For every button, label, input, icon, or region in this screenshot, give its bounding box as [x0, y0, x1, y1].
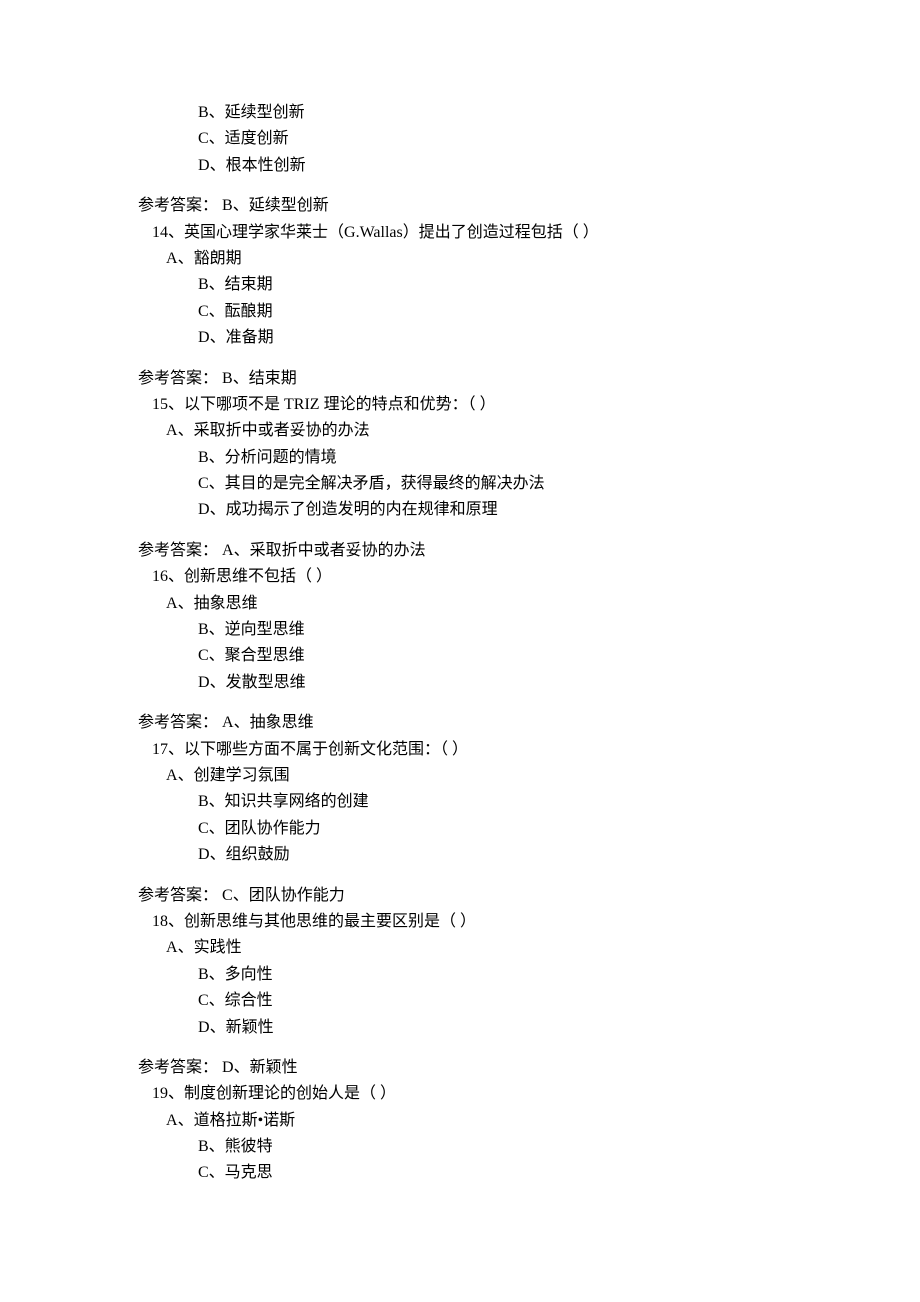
doc-line: D、发散型思维: [138, 670, 840, 696]
doc-line: 参考答案： A、采取折中或者妥协的办法: [138, 538, 840, 564]
doc-line: C、其目的是完全解决矛盾，获得最终的解决办法: [138, 471, 840, 497]
doc-line: D、新颖性: [138, 1015, 840, 1041]
doc-line: C、综合性: [138, 988, 840, 1014]
doc-line: A、道格拉斯•诺斯: [138, 1108, 840, 1134]
doc-line: 参考答案： D、新颖性: [138, 1055, 840, 1081]
doc-line: A、采取折中或者妥协的办法: [138, 418, 840, 444]
doc-line: 参考答案： B、结束期: [138, 366, 840, 392]
doc-line: A、创建学习氛围: [138, 763, 840, 789]
doc-line: B、分析问题的情境: [138, 445, 840, 471]
doc-line: B、结束期: [138, 272, 840, 298]
doc-line: B、逆向型思维: [138, 617, 840, 643]
doc-line: [138, 1041, 840, 1055]
doc-line: 14、英国心理学家华莱士（G.Wallas）提出了创造过程包括（ ）: [138, 220, 840, 246]
doc-line: C、聚合型思维: [138, 643, 840, 669]
doc-line: [138, 524, 840, 538]
doc-line: C、马克思: [138, 1160, 840, 1186]
doc-line: C、酝酿期: [138, 299, 840, 325]
doc-line: D、成功揭示了创造发明的内在规律和原理: [138, 497, 840, 523]
doc-line: B、熊彼特: [138, 1134, 840, 1160]
doc-line: 参考答案： B、延续型创新: [138, 193, 840, 219]
doc-line: D、根本性创新: [138, 153, 840, 179]
doc-line: A、豁朗期: [138, 246, 840, 272]
doc-line: [138, 352, 840, 366]
doc-line: 参考答案： A、抽象思维: [138, 710, 840, 736]
doc-line: C、适度创新: [138, 126, 840, 152]
doc-line: B、知识共享网络的创建: [138, 789, 840, 815]
doc-line: 18、创新思维与其他思维的最主要区别是（ ）: [138, 909, 840, 935]
doc-line: [138, 696, 840, 710]
doc-line: B、延续型创新: [138, 100, 840, 126]
doc-line: 17、以下哪些方面不属于创新文化范围：（ ）: [138, 737, 840, 763]
doc-line: A、抽象思维: [138, 591, 840, 617]
doc-line: B、多向性: [138, 962, 840, 988]
doc-line: A、实践性: [138, 935, 840, 961]
doc-line: 15、以下哪项不是 TRIZ 理论的特点和优势：（ ）: [138, 392, 840, 418]
doc-line: 参考答案： C、团队协作能力: [138, 883, 840, 909]
doc-line: D、组织鼓励: [138, 842, 840, 868]
doc-line: 19、制度创新理论的创始人是（ ）: [138, 1081, 840, 1107]
doc-line: C、团队协作能力: [138, 816, 840, 842]
doc-line: [138, 869, 840, 883]
doc-line: 16、创新思维不包括（ ）: [138, 564, 840, 590]
doc-line: [138, 179, 840, 193]
doc-line: D、准备期: [138, 325, 840, 351]
